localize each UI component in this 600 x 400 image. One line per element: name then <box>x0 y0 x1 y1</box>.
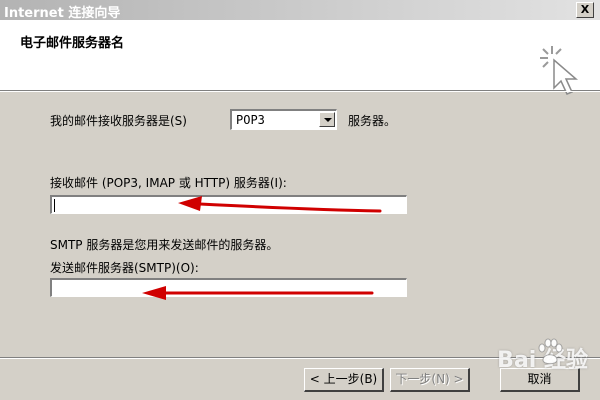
text-cursor <box>54 199 55 212</box>
title-bar[interactable]: Internet 连接向导 X <box>0 0 600 21</box>
server-suffix-label: 服务器。 <box>348 114 397 128</box>
wizard-header: 电子邮件服务器名 <box>0 20 600 95</box>
incoming-server-input[interactable] <box>50 195 407 214</box>
outgoing-server-label: 发送邮件服务器(SMTP)(O): <box>50 261 199 275</box>
page-title: 电子邮件服务器名 <box>20 36 125 51</box>
baidu-jingyan-watermark: Bai 经验 <box>497 338 588 374</box>
header-divider <box>0 91 600 92</box>
next-button[interactable]: 下一步(N) > <box>390 368 470 392</box>
incoming-server-type-label: 我的邮件接收服务器是(S) <box>50 114 187 128</box>
dropdown-arrow-icon[interactable] <box>319 112 335 127</box>
incoming-server-label: 接收邮件 (POP3, IMAP 或 HTTP) 服务器(I): <box>50 176 287 190</box>
window-title: Internet 连接向导 <box>4 6 121 21</box>
incoming-server-type-select[interactable]: POP3 <box>230 109 337 130</box>
selected-server-type: POP3 <box>236 113 265 127</box>
smtp-info-text: SMTP 服务器是您用来发送邮件的服务器。 <box>50 238 279 252</box>
wizard-window: Internet 连接向导 X 电子邮件服务器名 我的邮件接收服务器是(S) P… <box>0 0 600 400</box>
close-button[interactable]: X <box>576 2 594 18</box>
back-button[interactable]: < 上一步(B) <box>304 368 384 392</box>
outgoing-server-input[interactable] <box>50 278 407 297</box>
paw-icon <box>538 338 563 365</box>
